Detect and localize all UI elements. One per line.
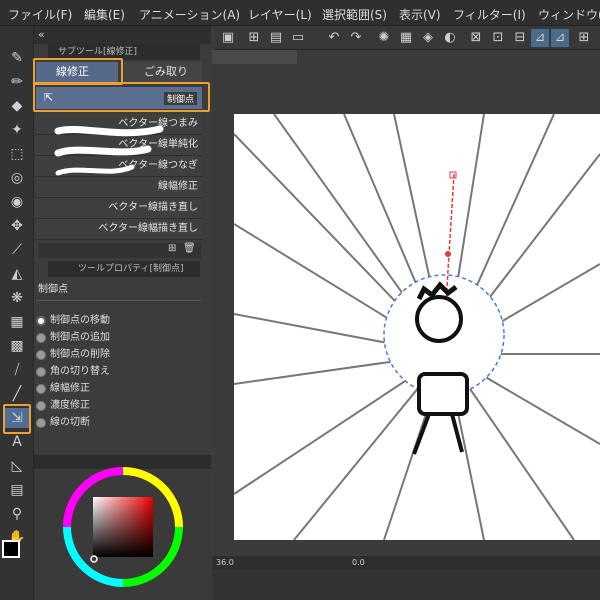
canvas[interactable] [234, 114, 600, 540]
pencil-icon[interactable]: ✏ [4, 72, 30, 92]
save-icon[interactable]: ▤ [267, 29, 285, 47]
redo-icon[interactable]: ↷ [347, 29, 365, 47]
frame-icon[interactable]: ◺ [4, 456, 30, 476]
subtool-item[interactable]: ベクター線幅描き直し [36, 219, 202, 240]
menu-file[interactable]: ファイル(F) [8, 6, 72, 23]
bottom-bar [212, 570, 600, 600]
tab-highlight [33, 58, 123, 85]
panel-tabs: « [34, 26, 211, 44]
open-icon[interactable]: ⊞ [245, 29, 263, 47]
export-icon[interactable]: ▭ [289, 29, 307, 47]
canvas-area [212, 50, 600, 558]
option-density[interactable]: 濃度修正 [36, 399, 90, 413]
command-bar: ▣ ⊞ ▤ ▭ ↶ ↷ ✺ ▦ ◈ ◐ ⊠ ⊡ ⊟ ⊿ ⊿ ⊞ [215, 26, 600, 50]
tool-highlight [3, 404, 31, 434]
option-cut[interactable]: 線の切断 [36, 416, 90, 430]
fill-bucket-icon[interactable]: ◈ [419, 29, 437, 47]
tab-dust-removal[interactable]: ごみ取り [124, 62, 202, 82]
grid-icon[interactable]: ⊠ [467, 29, 485, 47]
line-icon[interactable]: ╱ [4, 384, 30, 404]
toolprop-title: 制御点 [38, 284, 68, 295]
main-color-swatch[interactable] [2, 540, 20, 558]
menu-layer[interactable]: レイヤー(L) [248, 6, 312, 23]
option-move[interactable]: 制御点の移動 [36, 314, 110, 328]
eraser-icon[interactable]: ◆ [4, 96, 30, 116]
transform-icon[interactable]: ⊟ [511, 29, 529, 47]
loading-icon[interactable]: ✺ [375, 29, 393, 47]
figure-icon[interactable]: ▩ [4, 336, 30, 356]
selection-icon[interactable]: ⬚ [4, 144, 30, 164]
new-icon[interactable]: ▣ [219, 29, 237, 47]
option-delete[interactable]: 制御点の削除 [36, 348, 110, 362]
gradient-icon[interactable]: ▦ [4, 312, 30, 332]
option-corner[interactable]: 角の切り替え [36, 365, 110, 379]
subtool-item[interactable]: ベクター線描き直し [36, 198, 202, 219]
brush-strokes [54, 125, 164, 176]
blend-icon[interactable]: ◉ [4, 192, 30, 212]
option-width[interactable]: 線幅修正 [36, 382, 90, 396]
menu-bar: ファイル(F) 編集(E) アニメーション(A) レイヤー(L) 選択範囲(S)… [0, 0, 600, 26]
delete-icon[interactable]: 🗑 [183, 243, 196, 254]
pen-icon[interactable]: ✎ [4, 48, 30, 68]
selected-highlight [33, 82, 210, 112]
canvas-tab[interactable] [212, 50, 297, 64]
clear-icon[interactable]: ▦ [397, 29, 415, 47]
copy-icon[interactable]: ⊞ [168, 243, 176, 254]
status-bar: 36.0 0.0 [212, 556, 600, 570]
menu-edit[interactable]: 編集(E) [84, 6, 125, 23]
undo-icon[interactable]: ↶ [325, 29, 343, 47]
menu-animation[interactable]: アニメーション(A) [139, 6, 240, 23]
rotation-readout: 0.0 [352, 558, 365, 567]
grid2-icon[interactable]: ⊞ [575, 29, 593, 47]
collapse-icon[interactable]: « [38, 28, 45, 41]
zoom-readout: 36.0 [216, 558, 234, 567]
subtool-footer: ⊞ 🗑 [38, 243, 201, 258]
lasso-icon[interactable]: ◎ [4, 168, 30, 188]
menu-window[interactable]: ウィンドウ(W) [538, 6, 600, 23]
ruler-edit-icon[interactable]: ⊿ [551, 29, 569, 47]
ruler-icon[interactable]: ▤ [4, 480, 30, 500]
text-icon[interactable]: A [4, 432, 30, 452]
ruler-icon[interactable]: ⊿ [531, 29, 549, 47]
color-wheel[interactable] [62, 466, 184, 588]
divider [36, 300, 201, 301]
menu-filter[interactable]: フィルター(I) [453, 6, 526, 23]
color-icon[interactable]: ◐ [441, 29, 459, 47]
menu-view[interactable]: 表示(V) [399, 6, 441, 23]
eyedropper-icon[interactable]: ⟋ [4, 240, 30, 260]
decoration-icon[interactable]: ❋ [4, 288, 30, 308]
crop-icon[interactable]: ⊡ [489, 29, 507, 47]
menu-selection[interactable]: 選択範囲(S) [322, 6, 387, 23]
fill-icon[interactable]: ◭ [4, 264, 30, 284]
move-icon[interactable]: ✥ [4, 216, 30, 236]
option-add[interactable]: 制御点の追加 [36, 331, 110, 345]
tool-palette: ✎ ✏ ◆ ✦ ⬚ ◎ ◉ ✥ ⟋ ◭ ❋ ▦ ▩ ⧸ ╱ ⇲ A ◺ ▤ ⚲ … [0, 26, 34, 600]
zoom-icon[interactable]: ⚲ [4, 504, 30, 524]
toolprop-header: ツールプロパティ[制御点] [48, 261, 200, 277]
magic-wand-icon[interactable]: ✦ [4, 120, 30, 140]
dropper-icon[interactable]: ⧸ [4, 360, 30, 380]
